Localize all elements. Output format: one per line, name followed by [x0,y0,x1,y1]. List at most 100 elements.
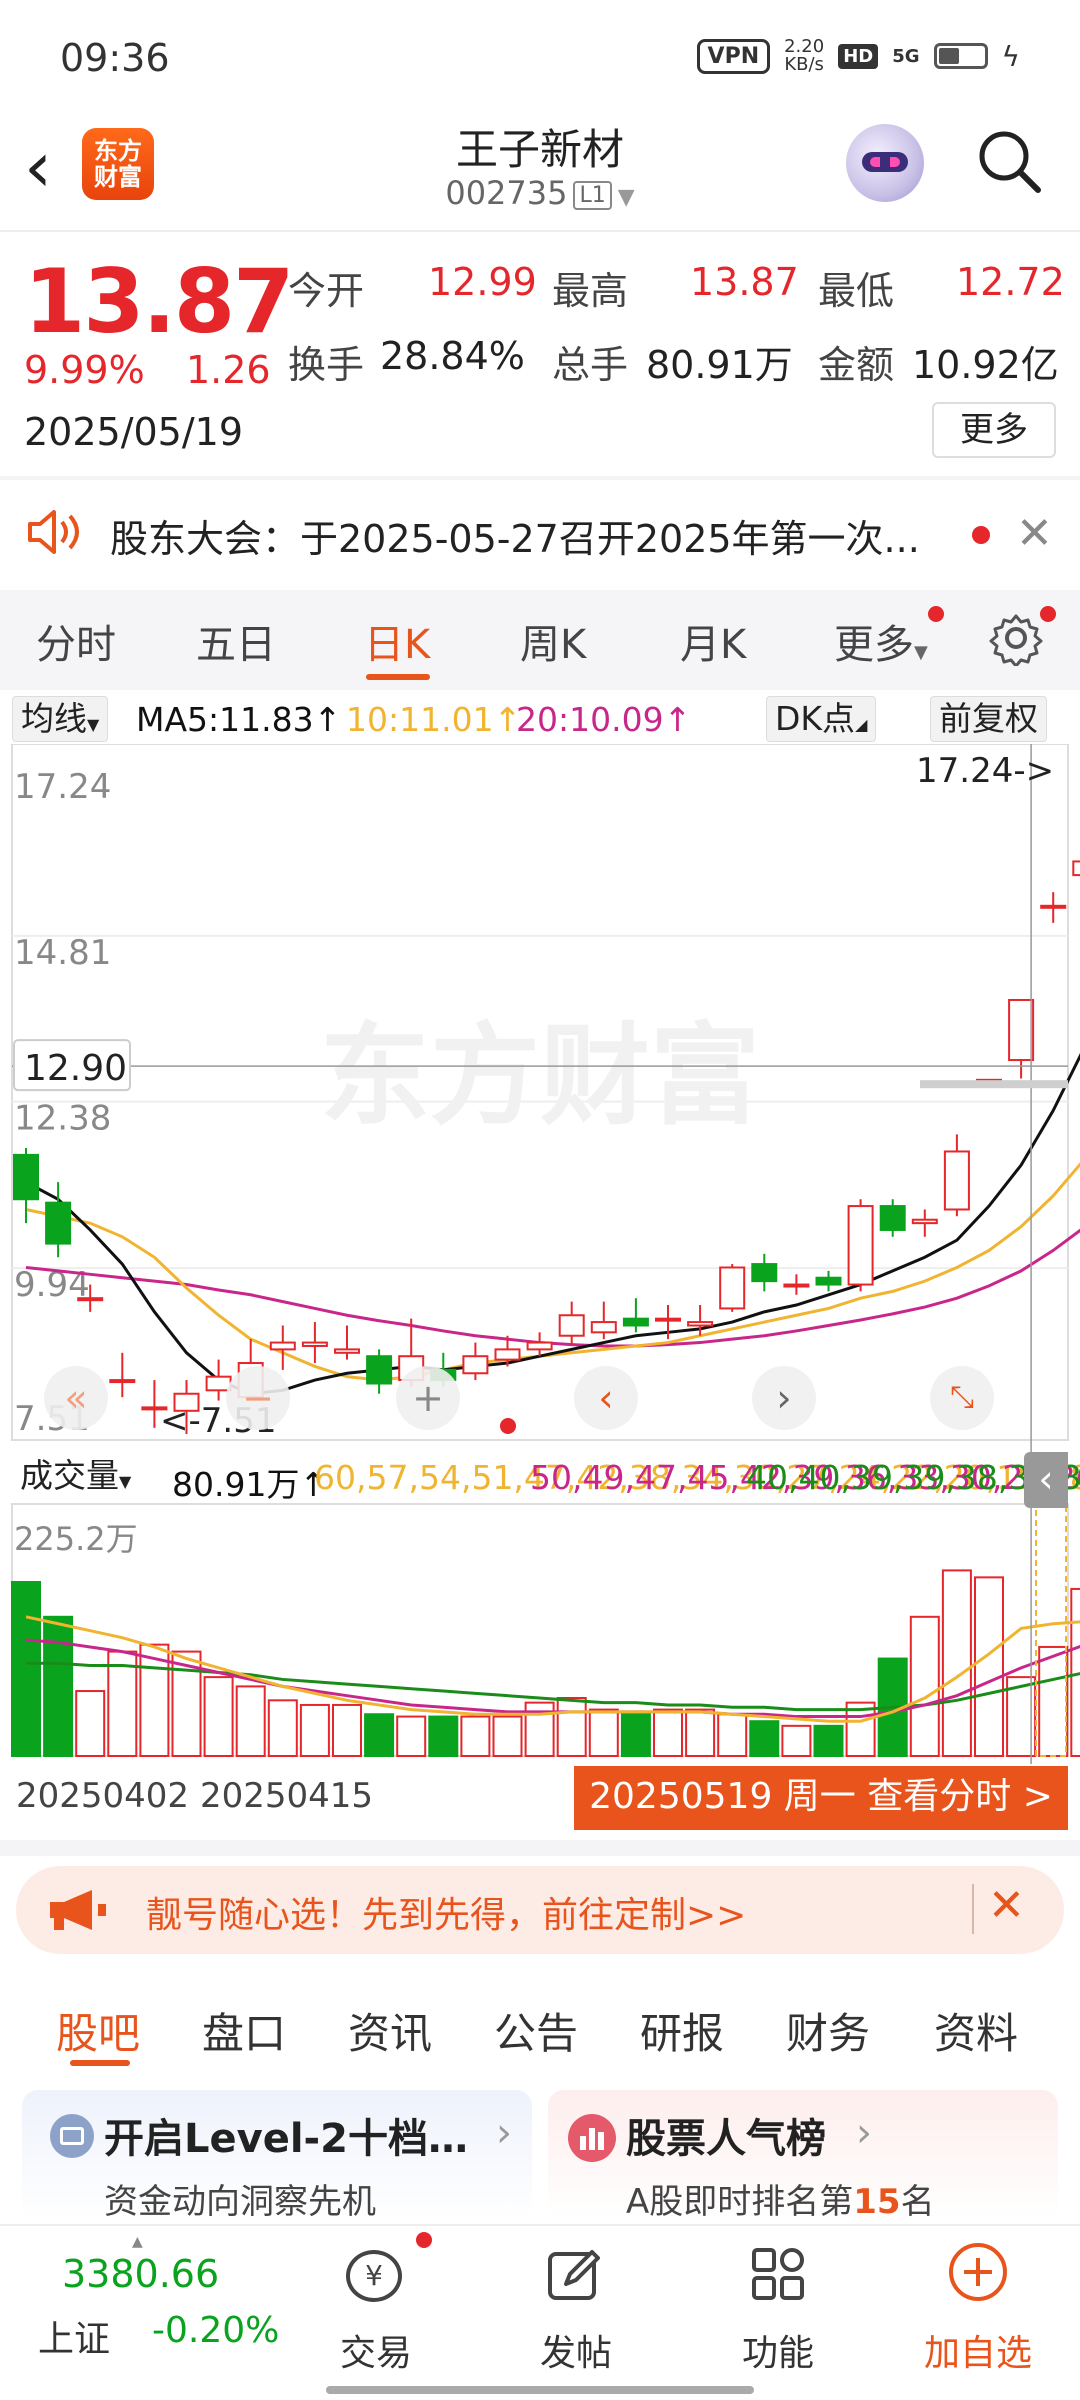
function-label[interactable]: 功能 [742,2324,814,2376]
candle-body [558,1314,585,1337]
scroll-far-left-icon[interactable]: « [44,1366,108,1430]
index-change[interactable]: -0.20% [152,2310,279,2351]
signal-5g-icon: 5G [892,45,920,67]
tab-profile[interactable]: 资料 [934,2000,1018,2061]
y-tick-label: 17.24 [14,767,111,807]
charging-icon: ϟ [1001,39,1020,73]
tab-monthly-k[interactable]: 月K [680,612,746,670]
turnover-label: 换手 [288,343,365,387]
network-speed: 2.20 KB/s [784,38,824,74]
content-tabs: 股吧 盘口 资讯 公告 研报 财务 资料 [0,1980,1080,2090]
index-name[interactable]: 上证 [38,2310,110,2362]
high-value: 13.87 [690,260,799,304]
volume-bar [43,1615,74,1757]
volume-bar [685,1708,716,1757]
popularity-card-sub: A股即时排名第15名 [626,2174,935,2223]
volume-value: 80.91万↑ [172,1465,328,1504]
app-header: ‹ 东方 财富 王子新材 002735 L1 ▼ [0,110,1080,230]
more-quote-button[interactable]: 更多 [932,402,1056,458]
trade-label[interactable]: 交易 [340,2324,412,2376]
settings-dot [1040,606,1056,622]
trade-dot [416,2232,432,2248]
volume-bar [620,1713,651,1757]
volume-max-label: 225.2万 [14,1520,138,1558]
candle-body [494,1348,521,1361]
popularity-card[interactable]: 股票人气榜 › A股即时排名第15名 [548,2090,1058,2223]
tab-timeshare[interactable]: 分时 [36,612,116,670]
announcement-bar[interactable]: 股东大会：于2025-05-27召开2025年第一次... [0,480,1080,584]
volume-bar [460,1715,491,1757]
dropdown-triangle-icon: ▼ [914,642,928,663]
volume-bar [75,1690,106,1757]
volume-indicator-row: 成交量▼ 80.91万↑ 60,57,54,51,47,42,38,34,30,… [0,1452,1080,1508]
volume-bar [717,1713,748,1757]
index-value[interactable]: 3380.66 [62,2252,219,2296]
chevron-right-icon: › [496,2110,512,2156]
amount-value: 10.92亿 [912,343,1059,387]
dk-point-selector[interactable]: DK点◢ [766,696,877,742]
ma20-value-text: 20:10.09 [516,700,664,739]
adjust-forward-button[interactable]: 前复权 [930,696,1047,742]
add-watchlist-icon[interactable] [946,2240,1010,2304]
tab-research[interactable]: 研报 [640,2000,724,2061]
level2-card-sub: 资金动向洞察先机 [104,2182,376,2222]
kline-chart[interactable]: 17.2414.8112.389.947.51225.2万 东方财富 12.90… [0,744,1080,1844]
close-icon[interactable]: ✕ [988,1880,1025,1931]
chart-period-tabs: 分时 五日 日K 周K 月K 更多▼ [0,590,1080,690]
amount-label: 金额 [818,343,895,387]
tab-pankou[interactable]: 盘口 [202,2000,286,2061]
fullscreen-icon[interactable]: ⤡ [930,1366,994,1430]
tab-notices[interactable]: 公告 [494,2000,578,2061]
chevron-right-icon: › [856,2110,872,2156]
tab-more[interactable]: 更多▼ [834,612,928,670]
volume-value: 80.91万 [646,343,793,387]
status-bar: 09:36 VPN 2.20 KB/s HD 5G ϟ [0,0,1080,110]
post-label[interactable]: 发帖 [540,2324,612,2376]
crosshair-price: 12.90 [24,1048,127,1089]
candle-body [109,1379,136,1384]
level2-card[interactable]: 开启Level-2十档… › 资金动向洞察先机 [22,2090,532,2222]
scroll-right-icon[interactable]: › [752,1366,816,1430]
tab-finance[interactable]: 财务 [786,2000,870,2061]
tab-guba[interactable]: 股吧 [56,2000,140,2061]
ai-assistant-icon[interactable] [846,124,924,202]
zoom-in-icon[interactable]: + [396,1366,460,1430]
close-icon[interactable]: ✕ [1016,508,1053,559]
popularity-card-title: 股票人气榜 [626,2116,826,2162]
ma-selector[interactable]: 均线▼ [12,696,109,742]
view-timeshare-button[interactable]: 20250519 周一 查看分时 > [574,1766,1068,1830]
volume-selector[interactable]: 成交量▼ [12,1454,140,1500]
function-grid-icon[interactable] [748,2244,808,2304]
collapse-panel-icon[interactable]: ‹ [1024,1452,1068,1508]
tab-weekly-k[interactable]: 周K [520,612,586,670]
rank-number: 15 [853,2182,901,2222]
announcement-text: 股东大会：于2025-05-27召开2025年第一次... [110,517,920,561]
dropdown-triangle-icon: ▼ [87,715,100,734]
candle-body [751,1263,778,1283]
tab-five-day[interactable]: 五日 [196,612,276,670]
max-price-label: 17.24-> [916,751,1054,791]
volume-selector-label: 成交量 [20,1456,119,1495]
candle-body [943,1150,970,1211]
tab-news[interactable]: 资讯 [348,2000,432,2061]
settings-gear-icon[interactable] [988,610,1044,666]
rank-suffix: 名 [900,2182,935,2222]
candle-body [847,1205,874,1286]
candle-body [269,1341,296,1351]
edit-post-icon[interactable] [544,2244,604,2304]
dropdown-triangle-icon: ▼ [617,185,635,210]
ma-indicator-row: 均线▼ MA5:11.83↑ 10:11.01↑ 20:10.09↑ DK点◢ … [0,694,1080,744]
trade-icon[interactable]: ¥ [342,2246,406,2306]
search-icon[interactable] [976,128,1042,194]
scroll-left-icon[interactable]: ‹ [574,1366,638,1430]
promo-banner[interactable]: 靓号随心选！先到先得，前往定制>> ✕ [16,1866,1064,1954]
ma10-value: 10:11.01↑ [346,700,522,739]
ma10-value-text: 10:11.01 [346,700,494,739]
promo-divider [972,1884,974,1934]
zoom-out-icon[interactable]: − [226,1366,290,1430]
volume-bar [941,1569,972,1758]
tab-more-label: 更多 [834,622,914,668]
tab-daily-k[interactable]: 日K [364,612,430,670]
candle-body [1008,998,1035,1062]
add-watchlist-label[interactable]: 加自选 [924,2324,1032,2376]
